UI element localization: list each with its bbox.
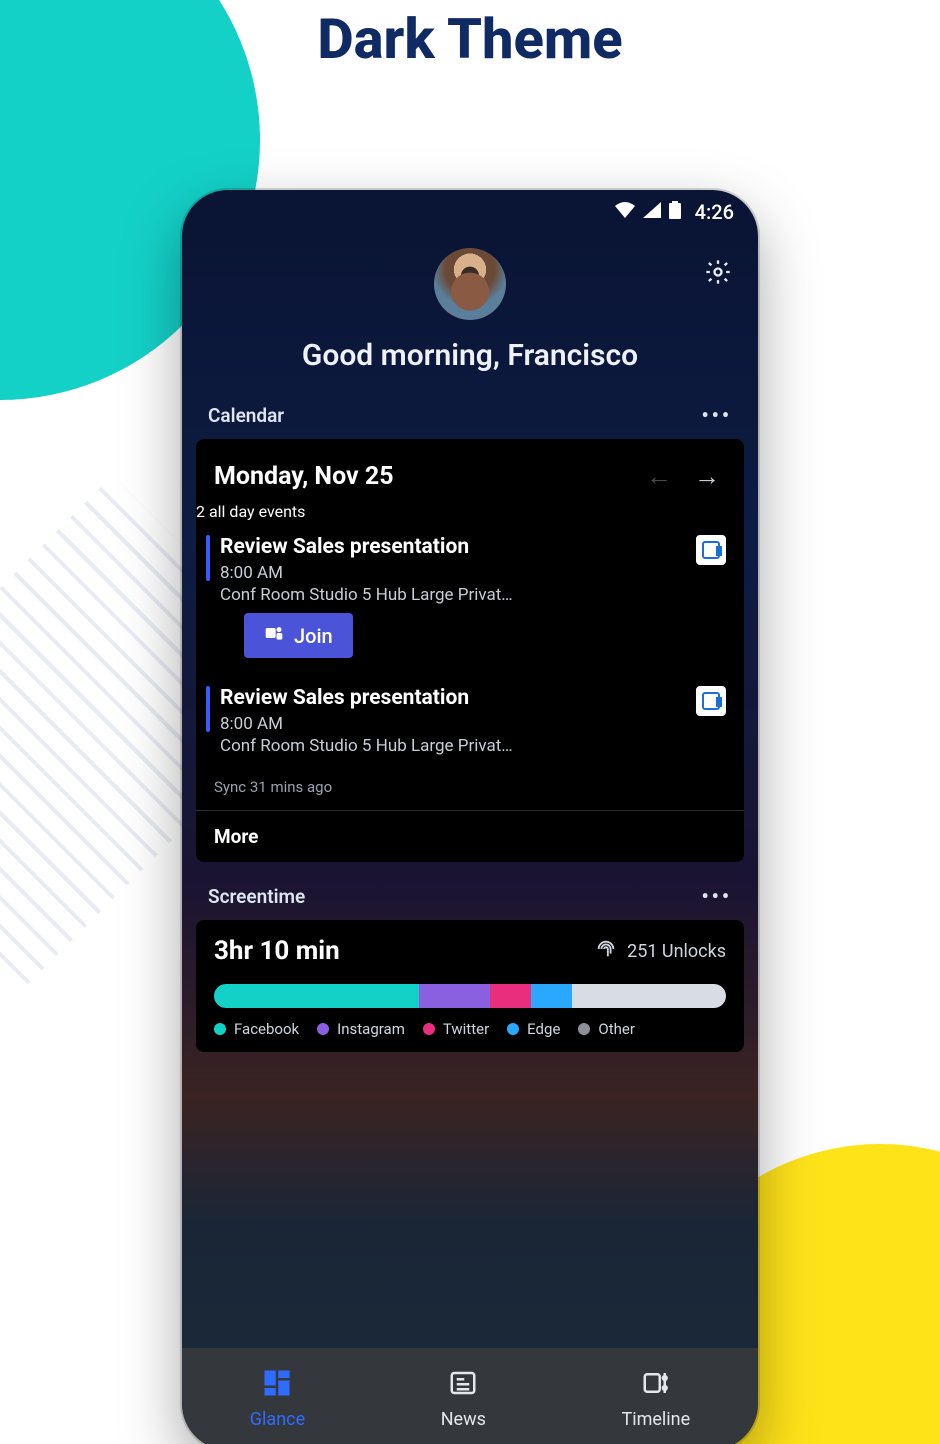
legend-label: Edge xyxy=(527,1020,560,1038)
screentime-duration: 3hr 10 min xyxy=(214,936,340,966)
join-button[interactable]: Join xyxy=(244,613,353,658)
promo-title: Dark Theme xyxy=(0,6,940,72)
calendar-prev-button[interactable]: ← xyxy=(640,457,678,496)
outlook-icon xyxy=(696,686,726,716)
calendar-card: Monday, Nov 25 ← → 2 all day events Revi… xyxy=(196,439,744,862)
join-label: Join xyxy=(294,624,333,648)
nav-label: Timeline xyxy=(621,1409,690,1430)
calendar-more-button[interactable]: More xyxy=(196,810,744,862)
news-icon xyxy=(448,1368,478,1403)
legend-dot xyxy=(507,1023,519,1035)
nav-glance[interactable]: Glance xyxy=(250,1368,305,1430)
screentime-segment-other xyxy=(572,984,726,1008)
settings-button[interactable] xyxy=(704,258,732,290)
screentime-section-header: Screentime ••• xyxy=(182,884,758,920)
status-time: 4:26 xyxy=(695,200,734,224)
timeline-icon xyxy=(641,1368,671,1403)
gear-icon xyxy=(704,271,732,290)
calendar-next-button[interactable]: → xyxy=(688,457,726,496)
screentime-bar xyxy=(214,984,726,1008)
legend-item-edge: Edge xyxy=(507,1020,560,1038)
legend-item-facebook: Facebook xyxy=(214,1020,299,1038)
nav-news[interactable]: News xyxy=(441,1368,486,1430)
screentime-label: Screentime xyxy=(208,885,305,908)
battery-icon xyxy=(669,201,681,223)
calendar-date: Monday, Nov 25 xyxy=(214,462,630,491)
phone-frame: 4:26 Good morning, Francisco Calendar ••… xyxy=(182,190,758,1444)
event-location: Conf Room Studio 5 Hub Large Privat… xyxy=(220,736,640,756)
screentime-segment-edge xyxy=(531,984,572,1008)
calendar-sync-status: Sync 31 mins ago xyxy=(196,770,744,810)
legend-item-other: Other xyxy=(578,1020,635,1038)
legend-label: Instagram xyxy=(337,1020,405,1038)
legend-dot xyxy=(578,1023,590,1035)
screen-content: Good morning, Francisco Calendar ••• Mon… xyxy=(182,234,758,1348)
wifi-icon xyxy=(615,202,635,222)
calendar-allday: 2 all day events xyxy=(196,502,744,521)
signal-icon xyxy=(643,202,661,222)
legend-label: Other xyxy=(598,1020,635,1038)
greeting-text: Good morning, Francisco xyxy=(182,338,758,373)
event-time: 8:00 AM xyxy=(220,714,726,734)
glance-icon xyxy=(262,1368,292,1403)
outlook-icon xyxy=(696,535,726,565)
screentime-card[interactable]: 3hr 10 min 251 Unlocks Facebook Instagram… xyxy=(196,920,744,1052)
screentime-segment-instagram xyxy=(419,984,491,1008)
bottom-nav: Glance News Timeline xyxy=(182,1348,758,1444)
event-time: 8:00 AM xyxy=(220,563,726,583)
legend-item-instagram: Instagram xyxy=(317,1020,405,1038)
teams-icon xyxy=(264,623,284,648)
calendar-more-menu[interactable]: ••• xyxy=(701,403,732,427)
calendar-label: Calendar xyxy=(208,404,284,427)
fingerprint-icon xyxy=(595,938,617,965)
nav-label: Glance xyxy=(250,1409,305,1430)
screentime-legend: Facebook Instagram Twitter Edge Other xyxy=(214,1020,726,1038)
screentime-segment-facebook xyxy=(214,984,419,1008)
event-title: Review Sales presentation xyxy=(220,686,726,710)
legend-dot xyxy=(423,1023,435,1035)
event-location: Conf Room Studio 5 Hub Large Privat… xyxy=(220,585,640,605)
promo-bg-white xyxy=(780,60,940,340)
calendar-section-header: Calendar ••• xyxy=(182,403,758,439)
screentime-unlocks: 251 Unlocks xyxy=(595,938,726,965)
event-title: Review Sales presentation xyxy=(220,535,726,559)
nav-timeline[interactable]: Timeline xyxy=(621,1368,690,1430)
avatar[interactable] xyxy=(434,248,506,320)
calendar-event[interactable]: Review Sales presentation 8:00 AM Conf R… xyxy=(196,521,744,672)
unlocks-label: 251 Unlocks xyxy=(627,941,726,962)
legend-label: Twitter xyxy=(443,1020,489,1038)
calendar-event[interactable]: Review Sales presentation 8:00 AM Conf R… xyxy=(196,672,744,770)
screentime-segment-twitter xyxy=(490,984,531,1008)
legend-item-twitter: Twitter xyxy=(423,1020,489,1038)
screentime-more-menu[interactable]: ••• xyxy=(701,884,732,908)
status-bar: 4:26 xyxy=(182,190,758,234)
legend-dot xyxy=(317,1023,329,1035)
nav-label: News xyxy=(441,1409,486,1430)
legend-label: Facebook xyxy=(234,1020,299,1038)
legend-dot xyxy=(214,1023,226,1035)
